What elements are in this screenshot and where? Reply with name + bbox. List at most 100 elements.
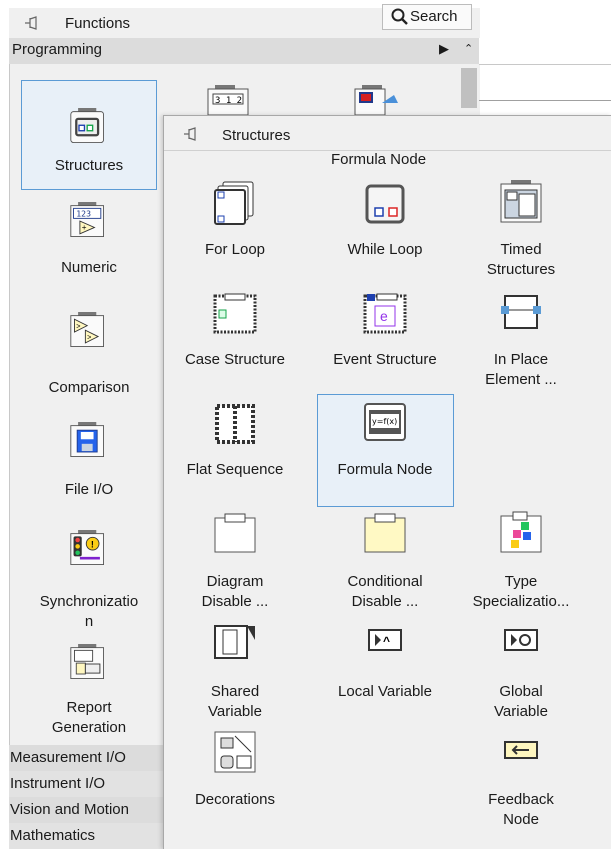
- global-variable-icon: [504, 629, 538, 651]
- timed-structures-icon: [500, 180, 542, 223]
- structures-item-conditional-disable[interactable]: Conditional Disable ...: [317, 504, 453, 610]
- for-loop-icon: [214, 181, 254, 225]
- svg-text:123: 123: [76, 209, 91, 219]
- structures-item-for-loop[interactable]: For Loop: [167, 174, 303, 278]
- structures-item-type-specialization[interactable]: Type Specializatio...: [453, 504, 589, 610]
- structures-item-case-structure[interactable]: Case Structure: [167, 284, 303, 388]
- structures-item-feedback-node[interactable]: Feedback Node: [453, 724, 589, 828]
- item-label: Local Variable: [338, 683, 432, 700]
- structures-palette-titlebar: Structures: [164, 116, 611, 150]
- structures-item-decorations[interactable]: Decorations: [167, 724, 303, 828]
- functions-item-file-io[interactable]: File I/O: [21, 412, 157, 512]
- programming-category-header[interactable]: Programming ▶ ⌃: [9, 38, 479, 64]
- structures-item-in-place-element[interactable]: In Place Element ...: [453, 284, 589, 388]
- structures-item-event-structure[interactable]: e Event Structure: [317, 284, 453, 388]
- expand-arrow-icon[interactable]: ▶: [439, 41, 449, 57]
- svg-text:+: +: [82, 223, 87, 232]
- structures-icon: [70, 108, 104, 143]
- functions-palette-title: Functions: [65, 15, 131, 32]
- search-icon: [391, 8, 408, 25]
- comparison-icon: >>: [70, 312, 104, 347]
- category-label: Mathematics: [10, 827, 96, 844]
- flat-sequence-icon: [215, 404, 255, 444]
- decorations-icon: [214, 731, 256, 773]
- scroll-up-icon[interactable]: ⌃: [464, 42, 473, 55]
- category-label: Measurement I/O: [10, 749, 126, 766]
- structures-item-diagram-disable[interactable]: Diagram Disable ...: [167, 504, 303, 610]
- array-palette-icon: 3 1 2: [207, 85, 249, 116]
- structures-item-global-variable[interactable]: Global Variable: [453, 614, 589, 720]
- item-label: Structures: [54, 157, 124, 174]
- file-io-icon: [70, 422, 104, 457]
- formula-node-icon: y=f(x): [364, 403, 406, 441]
- functions-item-comparison[interactable]: > > Comparison: [21, 302, 157, 402]
- functions-item-report-generation[interactable]: Report Generation: [21, 640, 157, 740]
- item-label: Comparison: [48, 379, 130, 396]
- category-row[interactable]: Mathematics: [9, 823, 164, 849]
- item-label: For Loop: [204, 241, 266, 258]
- structures-item-while-loop[interactable]: While Loop: [317, 174, 453, 278]
- item-label: Global Variable: [494, 683, 548, 720]
- search-button[interactable]: Search: [382, 4, 472, 30]
- functions-item-numeric[interactable]: 123 + Numeric: [21, 192, 157, 292]
- type-specialization-icon: [500, 511, 542, 553]
- functions-item-synchronization[interactable]: ! Synchronizatio n: [21, 520, 157, 630]
- diagram-disable-icon: [214, 513, 256, 553]
- svg-text:^: ^: [383, 634, 390, 648]
- while-loop-icon: [365, 184, 405, 224]
- item-label: Feedback Node: [488, 791, 554, 828]
- svg-text:3 1 2: 3 1 2: [215, 96, 242, 106]
- svg-text:!: !: [91, 539, 94, 549]
- category-label: Vision and Motion: [10, 801, 129, 818]
- structures-item-local-variable[interactable]: ^ Local Variable: [317, 614, 453, 718]
- item-label: Decorations: [194, 791, 276, 808]
- category-row[interactable]: Vision and Motion: [9, 797, 164, 823]
- shared-variable-icon: [214, 625, 255, 659]
- svg-text:y=f(x): y=f(x): [372, 417, 397, 426]
- svg-text:e: e: [380, 308, 388, 324]
- item-label: File I/O: [64, 481, 114, 498]
- synchronization-icon: !: [70, 530, 104, 565]
- item-label: Numeric: [61, 259, 117, 276]
- category-label: Programming: [12, 41, 103, 58]
- item-label: Report Generation: [51, 699, 127, 736]
- conditional-disable-icon: [364, 513, 406, 553]
- structures-item-flat-sequence[interactable]: Flat Sequence: [167, 394, 303, 498]
- item-label: While Loop: [347, 241, 423, 258]
- category-label: Instrument I/O: [10, 775, 106, 792]
- cluster-palette-icon: [354, 85, 398, 116]
- item-label: Formula Node: [337, 461, 433, 478]
- structures-item-shared-variable[interactable]: Shared Variable: [167, 614, 303, 720]
- search-label: Search: [410, 8, 458, 25]
- numeric-icon: 123 +: [70, 202, 104, 237]
- event-structure-icon: e: [363, 293, 407, 334]
- item-label: Case Structure: [184, 351, 286, 368]
- item-label: Diagram Disable ...: [201, 573, 269, 610]
- scrollbar-thumb[interactable]: [461, 68, 477, 108]
- item-label: Synchronizatio n: [39, 593, 139, 630]
- item-label: Event Structure: [333, 351, 437, 368]
- item-label: Type Specializatio...: [472, 573, 570, 610]
- structures-item-formula-node[interactable]: y=f(x) Formula Node: [317, 394, 453, 498]
- svg-text:>: >: [76, 321, 80, 330]
- item-label: Conditional Disable ...: [347, 573, 423, 610]
- item-label: Flat Sequence: [186, 461, 284, 478]
- report-generation-icon: [70, 644, 104, 679]
- pin-icon[interactable]: [182, 125, 200, 143]
- svg-text:>: >: [87, 332, 91, 341]
- item-label: Shared Variable: [208, 683, 262, 720]
- case-structure-icon: [213, 293, 257, 334]
- local-variable-icon: ^: [368, 629, 402, 651]
- formula-node-top-label: Formula Node: [331, 151, 427, 168]
- feedback-node-icon: [504, 741, 538, 759]
- in-place-element-icon: [501, 295, 541, 329]
- structures-item-timed-structures[interactable]: Timed Structures: [453, 174, 589, 278]
- category-row[interactable]: Instrument I/O: [9, 771, 164, 797]
- structures-palette-title: Structures: [222, 127, 291, 144]
- item-label: In Place Element ...: [485, 351, 557, 388]
- functions-item-structures[interactable]: Structures: [21, 88, 157, 188]
- pin-icon[interactable]: [23, 14, 41, 32]
- category-row[interactable]: Measurement I/O: [9, 745, 164, 771]
- background-panel: [479, 38, 611, 65]
- item-label: Timed Structures: [486, 241, 556, 278]
